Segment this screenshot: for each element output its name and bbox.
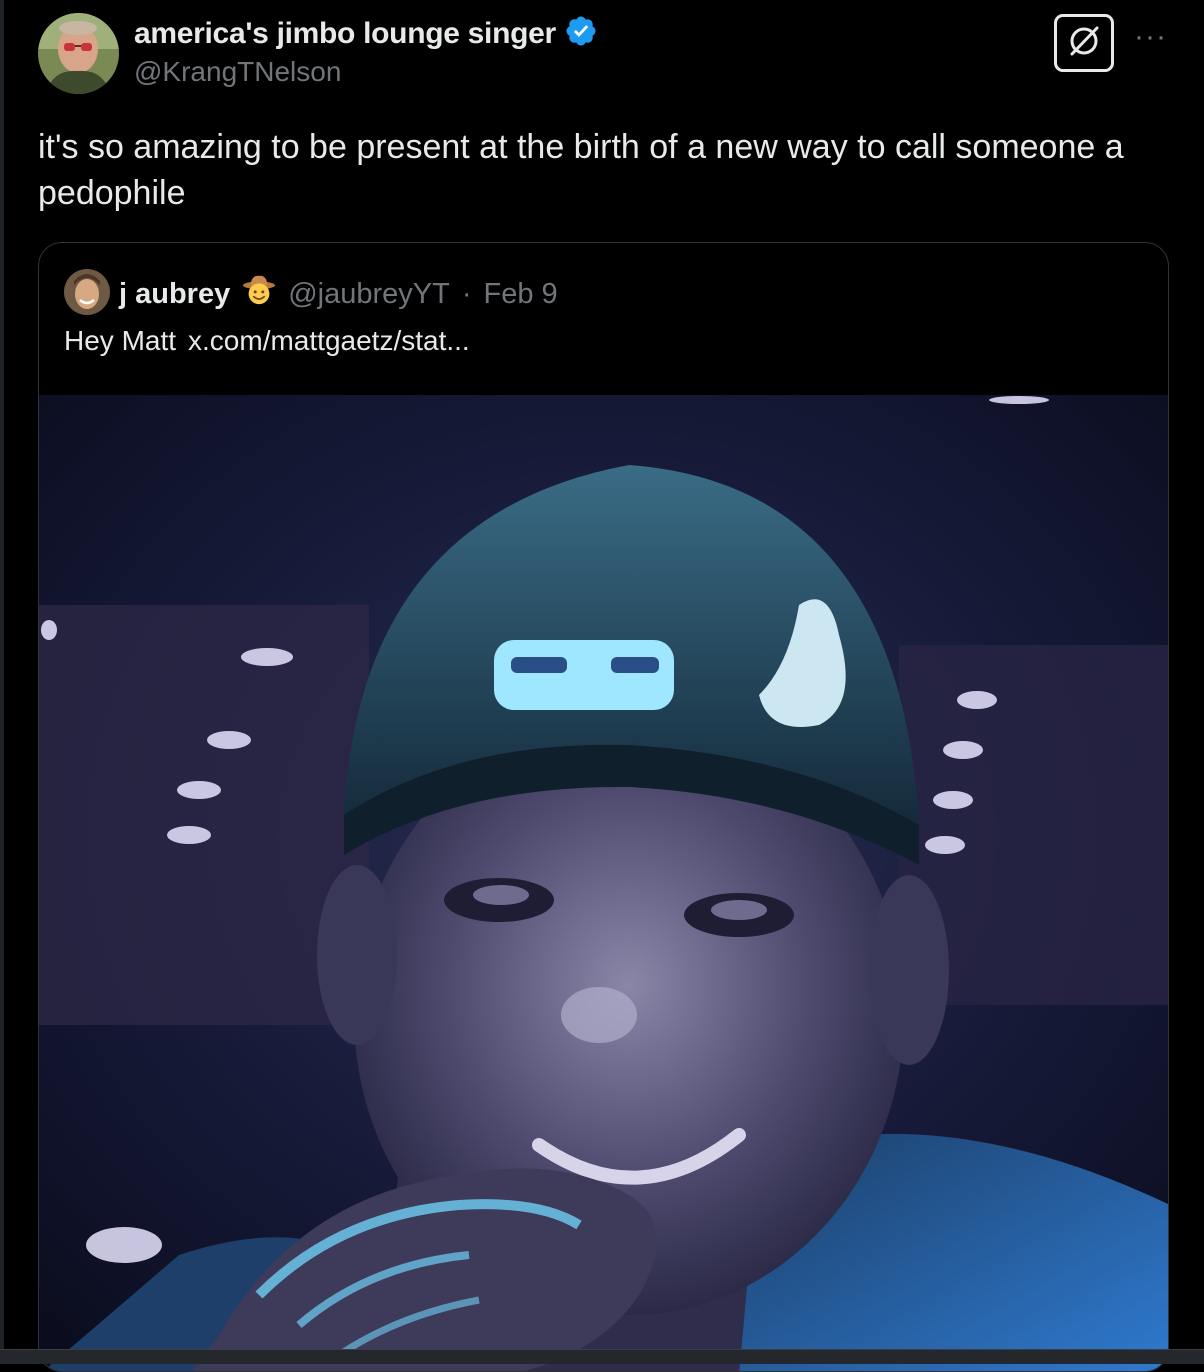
author-display-name[interactable]: america's jimbo lounge singer bbox=[134, 17, 556, 51]
bottom-strip bbox=[0, 1349, 1204, 1364]
cowboy-face-icon bbox=[242, 273, 276, 315]
tweet-text: it's so amazing to be present at the bir… bbox=[38, 128, 1124, 212]
quoted-author-name[interactable]: j aubrey bbox=[119, 278, 230, 311]
quoted-tweet-link[interactable]: x.com/mattgaetz/stat... bbox=[188, 325, 470, 356]
quoted-author-handle[interactable]: @jaubreyYT bbox=[288, 278, 450, 311]
quoted-author-row: j aubrey @jaubreyYT · Feb 9 bbox=[119, 273, 558, 315]
author-name-row: america's jimbo lounge singer bbox=[134, 14, 598, 53]
quoted-tweet-image[interactable] bbox=[39, 395, 1168, 1371]
verified-badge-icon bbox=[564, 14, 598, 53]
more-options-icon[interactable]: ··· bbox=[1134, 22, 1167, 52]
author-avatar[interactable] bbox=[38, 13, 119, 94]
quoted-author-avatar[interactable] bbox=[64, 269, 110, 315]
tweet-screenshot: america's jimbo lounge singer @KrangTNel… bbox=[0, 0, 1204, 1372]
left-border bbox=[0, 0, 4, 1352]
quoted-tweet-body: Hey Matt bbox=[64, 325, 177, 356]
separator-dot: · bbox=[461, 277, 472, 310]
quoted-tweet-card[interactable]: j aubrey @jaubreyYT · Feb 9 Hey Matt x.co… bbox=[38, 242, 1169, 1372]
grok-icon bbox=[1064, 21, 1104, 66]
author-handle[interactable]: @KrangTNelson bbox=[134, 56, 341, 88]
grok-button[interactable] bbox=[1054, 14, 1114, 72]
quoted-tweet-date[interactable]: Feb 9 bbox=[484, 278, 558, 311]
quoted-tweet-text: Hey Matt x.com/mattgaetz/stat... bbox=[64, 325, 470, 357]
